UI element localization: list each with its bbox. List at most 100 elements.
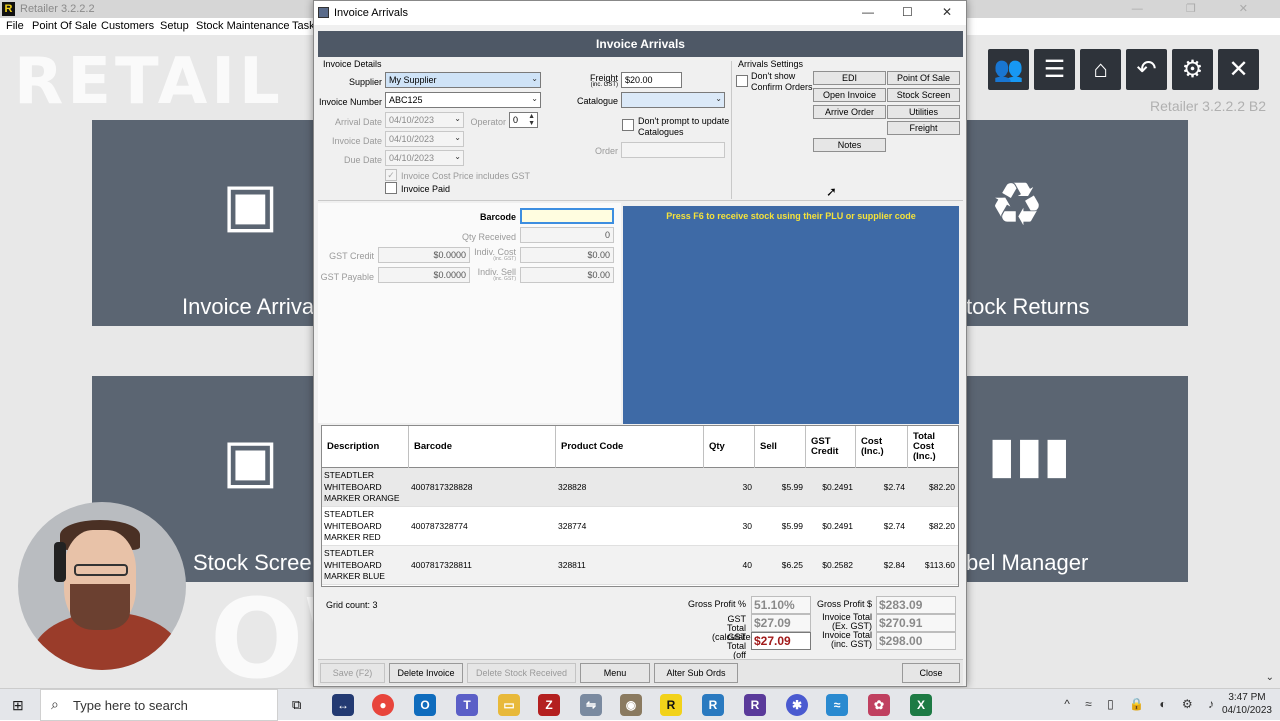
menu-customers[interactable]: Customers: [101, 20, 154, 32]
stock-grid[interactable]: Description Barcode Product Code Qty Sel…: [321, 425, 959, 587]
tile-invoice-arrivals[interactable]: ▣ Invoice Arriva: [92, 120, 314, 326]
col-gst-credit[interactable]: GST Credit: [806, 426, 856, 468]
cell-barcode: 4007817328811: [411, 559, 472, 570]
tile-stock-returns[interactable]: ♻ tock Returns: [966, 120, 1188, 326]
app-icon[interactable]: ⇋: [580, 694, 602, 716]
invoice-paid-checkbox[interactable]: [385, 182, 397, 194]
task-view-icon[interactable]: ⧉: [292, 697, 301, 713]
arrive-order-button[interactable]: Arrive Order: [813, 105, 886, 119]
taskbar-search[interactable]: ⌕ Type here to search: [40, 689, 278, 721]
cell-total: $113.60: [924, 559, 955, 570]
wifi-app-icon[interactable]: ≈: [826, 694, 848, 716]
qty-received-field[interactable]: 0: [520, 227, 614, 243]
excel-icon[interactable]: X: [910, 694, 932, 716]
col-cost[interactable]: Cost (Inc.): [856, 426, 908, 468]
alter-sub-ords-button[interactable]: Alter Sub Ords: [654, 663, 738, 683]
filezilla-icon[interactable]: Z: [538, 694, 560, 716]
dialog-titlebar: Invoice Arrivals — ☐ ✕: [314, 1, 966, 25]
messages-icon[interactable]: ☰: [1034, 49, 1075, 90]
notes-button[interactable]: Notes: [813, 138, 886, 152]
indiv-sell-field[interactable]: $0.00: [520, 267, 614, 283]
system-tray[interactable]: ^ ≈ ▯ 🔒 ◐ ⚙ ♪: [1064, 697, 1220, 711]
chevron-down-icon: ⌄: [454, 133, 461, 142]
invoice-date-label: Invoice Date: [331, 136, 382, 146]
windows-start-icon[interactable]: ⊞: [12, 697, 24, 714]
open-invoice-button[interactable]: Open Invoice: [813, 88, 886, 102]
chevron-down-icon[interactable]: ⌄: [1266, 672, 1274, 683]
save-button[interactable]: Save (F2): [320, 663, 385, 683]
retailer-b-icon[interactable]: R: [702, 694, 724, 716]
settings-icon[interactable]: ⚙: [1172, 49, 1213, 90]
stepper-arrows-icon[interactable]: ▲ ▼: [528, 113, 535, 127]
background-window-title: Retailer 3.2.2.2: [20, 3, 95, 15]
catalogue-select[interactable]: ⌄: [621, 92, 725, 108]
users-icon[interactable]: 👥: [988, 49, 1029, 90]
freight-field[interactable]: $20.00: [621, 72, 682, 88]
window-close-icon[interactable]: ✕: [942, 5, 952, 19]
invoice-date-field[interactable]: 04/10/2023 ⌄: [385, 131, 464, 147]
menu-point-of-sale[interactable]: Point Of Sale: [32, 20, 97, 32]
maximize-icon[interactable]: ☐: [902, 5, 913, 19]
tile-stock-returns-label: tock Returns: [966, 294, 1090, 319]
col-total-cost[interactable]: Total Cost (Inc.): [908, 426, 958, 468]
indiv-cost-field[interactable]: $0.00: [520, 247, 614, 263]
dont-prompt-label: Don't prompt to update Catalogues: [638, 116, 730, 137]
back-icon[interactable]: ↶: [1126, 49, 1167, 90]
settings-app-icon[interactable]: ✱: [786, 694, 808, 716]
barcode-input[interactable]: [520, 208, 614, 224]
dont-prompt-checkbox[interactable]: [622, 119, 634, 131]
due-date-field[interactable]: 04/10/2023 ⌄: [385, 150, 464, 166]
point-of-sale-button[interactable]: Point Of Sale: [887, 71, 960, 85]
col-barcode[interactable]: Barcode: [409, 426, 556, 468]
col-description[interactable]: Description: [322, 426, 409, 468]
col-product-code[interactable]: Product Code: [556, 426, 704, 468]
chrome-icon[interactable]: ●: [372, 694, 394, 716]
arrivals-settings-group-label: Arrivals Settings: [738, 59, 804, 69]
table-row[interactable]: STEADTLER WHITEBOARD MARKER ORANGE 40078…: [322, 468, 958, 507]
table-row[interactable]: STEADTLER WHITEBOARD MARKER RED 40078732…: [322, 507, 958, 546]
menu-stock-maintenance[interactable]: Stock Maintenance: [196, 20, 290, 32]
edi-button[interactable]: EDI: [813, 71, 886, 85]
close-icon[interactable]: ✕: [1218, 49, 1259, 90]
app-icon-3[interactable]: ✿: [868, 694, 890, 716]
cell-gst-credit: $0.2491: [822, 520, 853, 531]
taskbar-clock[interactable]: 3:47 PM 04/10/2023: [1222, 691, 1272, 717]
cell-barcode: 4007817328828: [411, 481, 473, 492]
chevron-down-icon: ⌄: [715, 94, 722, 103]
table-row[interactable]: STEADTLER WHITEBOARD MARKER BLUE 4007817…: [322, 546, 958, 585]
teamviewer-icon[interactable]: ↔: [332, 694, 354, 716]
delete-stock-received-button[interactable]: Delete Stock Received: [467, 663, 576, 683]
col-sell[interactable]: Sell: [755, 426, 806, 468]
tile-label-manager[interactable]: ▮▮▮ bel Manager: [966, 376, 1188, 582]
retailer-app-icon[interactable]: R: [660, 694, 682, 716]
close-button[interactable]: Close: [902, 663, 960, 683]
file-explorer-icon[interactable]: ▭: [498, 694, 520, 716]
operator-stepper[interactable]: 0 ▲ ▼: [509, 112, 538, 128]
chevron-down-icon: ⌄: [454, 152, 461, 161]
gst-payable-field[interactable]: $0.0000: [378, 267, 470, 283]
gst-credit-field[interactable]: $0.0000: [378, 247, 470, 263]
retailer-c-icon[interactable]: R: [744, 694, 766, 716]
minimize-icon[interactable]: —: [862, 5, 874, 19]
stock-screen-button[interactable]: Stock Screen: [887, 88, 960, 102]
dont-show-confirm-orders-checkbox[interactable]: [736, 75, 748, 87]
outlook-icon[interactable]: O: [414, 694, 436, 716]
app-icon-2[interactable]: ◉: [620, 694, 642, 716]
arrival-date-field[interactable]: 04/10/2023 ⌄: [385, 112, 464, 128]
gst-total-off-field[interactable]: $27.09: [751, 632, 811, 650]
home-icon[interactable]: ⌂: [1080, 49, 1121, 90]
supplier-select[interactable]: My Supplier ⌄: [385, 72, 541, 88]
col-qty[interactable]: Qty: [704, 426, 755, 468]
background-window-controls: — ❐ ✕: [1131, 3, 1268, 15]
menu-file[interactable]: File: [6, 20, 24, 32]
teams-icon[interactable]: T: [456, 694, 478, 716]
menu-tasks[interactable]: Task: [292, 20, 315, 32]
utilities-button[interactable]: Utilities: [887, 105, 960, 119]
menu-button[interactable]: Menu: [580, 663, 650, 683]
menu-setup[interactable]: Setup: [160, 20, 189, 32]
delete-invoice-button[interactable]: Delete Invoice: [389, 663, 463, 683]
invoice-number-field[interactable]: ABC125 ⌄: [385, 92, 541, 108]
cost-includes-gst-checkbox[interactable]: ✓: [385, 169, 397, 181]
order-field[interactable]: [621, 142, 725, 158]
freight-button[interactable]: Freight: [887, 121, 960, 135]
